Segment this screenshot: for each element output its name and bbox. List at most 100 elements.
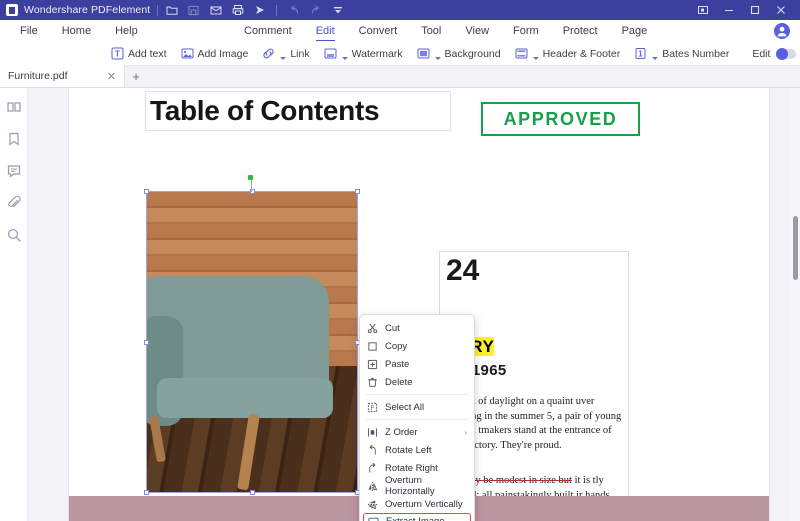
- window-controls: [690, 0, 794, 20]
- ribbon-tab-group: Comment Edit Convert Tool View Form Prot…: [232, 20, 659, 42]
- print-icon[interactable]: [231, 4, 244, 17]
- context-menu-label: Overturn Vertically: [385, 498, 463, 510]
- add-text-button[interactable]: T Add text: [104, 43, 174, 65]
- maximize-icon[interactable]: [742, 0, 768, 20]
- link-icon: [262, 47, 275, 60]
- image-selection-box[interactable]: [144, 189, 360, 495]
- undo-icon[interactable]: [287, 4, 300, 17]
- edit-read-mode-toggle[interactable]: Edit Read: [752, 47, 800, 61]
- z-order-icon: [366, 426, 378, 438]
- context-menu-separator: [366, 394, 468, 395]
- tab-view[interactable]: View: [453, 20, 501, 42]
- page-number-heading: 24: [446, 254, 480, 287]
- bates-number-button[interactable]: 1 Bates Number: [627, 43, 736, 65]
- comment-panel-icon[interactable]: [5, 162, 23, 180]
- copy-icon: [366, 340, 378, 352]
- pdfelement-window: Wondershare PDFelement File Home Help Co…: [0, 0, 800, 521]
- tab-edit[interactable]: Edit: [304, 20, 347, 42]
- document-tab-furniture[interactable]: Furniture.pdf ✕: [0, 65, 125, 87]
- add-image-button[interactable]: Add Image: [174, 43, 256, 65]
- watermark-icon: [324, 47, 337, 60]
- header-footer-button[interactable]: Header & Footer: [508, 43, 628, 65]
- scroll-thumb[interactable]: [793, 216, 798, 280]
- open-folder-icon[interactable]: [165, 4, 178, 17]
- delete-icon: [366, 376, 378, 388]
- tab-comment[interactable]: Comment: [232, 20, 304, 42]
- workspace: › Table of Contents APPROVED: [0, 88, 800, 521]
- add-image-icon: [181, 47, 194, 60]
- background-caret-icon[interactable]: [434, 56, 441, 60]
- context-menu-label: Overturn Horizontally: [385, 475, 435, 497]
- user-account-icon[interactable]: [774, 23, 790, 42]
- resize-handle-s[interactable]: [250, 490, 255, 495]
- context-menu-label: Cut: [385, 322, 400, 334]
- context-menu-label: Copy: [385, 340, 408, 352]
- menu-item-help[interactable]: Help: [103, 20, 150, 42]
- context-menu-item-cut[interactable]: Cut: [360, 319, 474, 337]
- new-tab-button[interactable]: +: [125, 65, 147, 87]
- context-menu-item-overturn-horizontally[interactable]: Overturn Horizontally: [360, 475, 474, 497]
- restore-layout-icon[interactable]: [690, 0, 716, 20]
- tab-convert[interactable]: Convert: [347, 20, 410, 42]
- resize-handle-ne[interactable]: [355, 189, 360, 194]
- header-footer-caret-icon[interactable]: [532, 56, 539, 60]
- left-panel-toolbar: [0, 88, 28, 521]
- resize-handle-sw[interactable]: [144, 490, 149, 495]
- submenu-arrow-icon: ›: [464, 427, 467, 437]
- close-icon[interactable]: [768, 0, 794, 20]
- resize-handle-w[interactable]: [144, 340, 149, 345]
- menu-bar: File Home Help Comment Edit Convert Tool…: [0, 20, 800, 42]
- add-text-icon: T: [111, 47, 124, 60]
- add-image-label: Add Image: [197, 47, 249, 60]
- email-icon[interactable]: [209, 4, 222, 17]
- resize-handle-nw[interactable]: [144, 189, 149, 194]
- close-tab-icon[interactable]: ✕: [107, 70, 116, 83]
- link-caret-icon[interactable]: [280, 56, 287, 60]
- context-menu-item-extract-image[interactable]: Extract Image: [363, 513, 471, 521]
- context-menu-item-rotate-left[interactable]: Rotate Left: [360, 441, 474, 459]
- context-menu-item-z-order[interactable]: Z Order ›: [360, 423, 474, 441]
- tab-tool[interactable]: Tool: [409, 20, 453, 42]
- bates-number-icon: 1: [634, 47, 647, 60]
- tab-form[interactable]: Form: [501, 20, 551, 42]
- context-menu-label: Delete: [385, 376, 413, 388]
- vertical-scrollbar[interactable]: [790, 88, 800, 521]
- tab-page[interactable]: Page: [610, 20, 660, 42]
- search-panel-icon[interactable]: [5, 226, 23, 244]
- rotate-handle[interactable]: [248, 175, 253, 180]
- menu-item-home[interactable]: Home: [50, 20, 103, 42]
- context-menu-label: Z Order: [385, 426, 418, 438]
- link-button[interactable]: Link: [255, 43, 316, 65]
- save-icon[interactable]: [187, 4, 200, 17]
- attachment-panel-icon[interactable]: [5, 194, 23, 212]
- menu-item-file[interactable]: File: [8, 20, 50, 42]
- title-bar: Wondershare PDFelement: [0, 0, 800, 20]
- approved-stamp[interactable]: APPROVED: [481, 102, 640, 136]
- bates-number-caret-icon[interactable]: [652, 56, 659, 60]
- context-menu-item-paste[interactable]: Paste: [360, 355, 474, 373]
- paste-icon: [366, 358, 378, 370]
- context-menu-item-select-all[interactable]: F Select All: [360, 398, 474, 416]
- customize-dropdown-icon[interactable]: [331, 4, 344, 17]
- background-button[interactable]: Background: [410, 43, 508, 65]
- rotate-left-icon: [366, 444, 378, 456]
- svg-text:T: T: [115, 50, 120, 59]
- mode-switch[interactable]: [776, 47, 797, 60]
- watermark-caret-icon[interactable]: [341, 56, 348, 60]
- context-menu-item-copy[interactable]: Copy: [360, 337, 474, 355]
- bookmark-panel-icon[interactable]: [5, 130, 23, 148]
- svg-text:1: 1: [638, 49, 643, 58]
- watermark-button[interactable]: Watermark: [317, 43, 410, 65]
- document-tab-label: Furniture.pdf: [8, 70, 68, 82]
- redo-icon[interactable]: [309, 4, 322, 17]
- document-canvas[interactable]: Table of Contents APPROVED 24 CE 1965 e …: [28, 88, 800, 521]
- thumbnails-panel-icon[interactable]: [5, 98, 23, 116]
- minimize-icon[interactable]: [716, 0, 742, 20]
- context-menu-item-overturn-vertically[interactable]: Overturn Vertically: [360, 495, 474, 513]
- table-of-contents-textbox[interactable]: Table of Contents: [145, 91, 451, 131]
- share-icon[interactable]: [253, 4, 266, 17]
- context-menu-item-delete[interactable]: Delete: [360, 373, 474, 391]
- context-menu-label: Extract Image: [386, 516, 445, 521]
- background-label: Background: [444, 47, 501, 60]
- tab-protect[interactable]: Protect: [551, 20, 610, 42]
